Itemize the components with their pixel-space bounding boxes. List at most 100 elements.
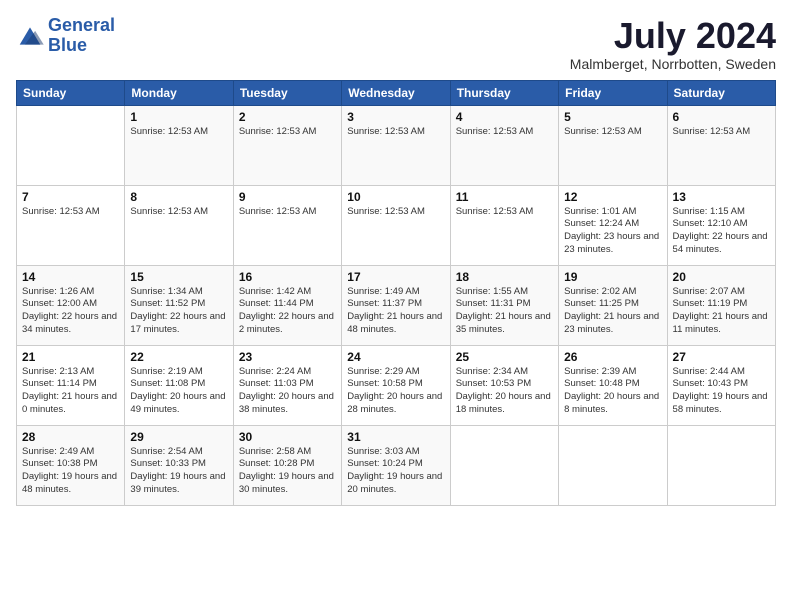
day-number: 10 [347, 190, 444, 204]
calendar-cell: 5 Sunrise: 12:53 AM [559, 105, 667, 185]
day-number: 6 [673, 110, 770, 124]
day-number: 11 [456, 190, 553, 204]
calendar-cell [559, 425, 667, 505]
page-header: General Blue July 2024 Malmberget, Norrb… [16, 16, 776, 72]
day-info: Sunrise: 1:42 AM Sunset: 11:44 PM Daylig… [239, 286, 336, 337]
calendar-cell [17, 105, 125, 185]
day-number: 4 [456, 110, 553, 124]
day-number: 7 [22, 190, 119, 204]
calendar-cell: 17Sunrise: 1:49 AM Sunset: 11:37 PM Dayl… [342, 265, 450, 345]
col-header-sunday: Sunday [17, 80, 125, 105]
day-info: Sunrise: 2:02 AM Sunset: 11:25 PM Daylig… [564, 286, 661, 337]
calendar-cell: 6 Sunrise: 12:53 AM [667, 105, 775, 185]
calendar-cell: 3 Sunrise: 12:53 AM [342, 105, 450, 185]
day-number: 13 [673, 190, 770, 204]
calendar-week-row: 14 Sunrise: 1:26 AM Sunset: 12:00 AM Dayl… [17, 265, 776, 345]
calendar-cell: 15 Sunrise: 1:34 AM Sunset: 11:52 PM Dayl… [125, 265, 233, 345]
day-number: 5 [564, 110, 661, 124]
day-number: 27 [673, 350, 770, 364]
calendar-cell: 11 Sunrise: 12:53 AM [450, 185, 558, 265]
calendar-cell [450, 425, 558, 505]
day-number: 21 [22, 350, 119, 364]
day-number: 26 [564, 350, 661, 364]
day-info: Sunrise: 2:34 AM Sunset: 10:53 PM Daylig… [456, 366, 553, 417]
calendar-week-row: 21 Sunrise: 2:13 AM Sunset: 11:14 PM Dayl… [17, 345, 776, 425]
day-info: Sunrise: 3:03 AM Sunset: 10:24 PM Daylig… [347, 446, 444, 497]
calendar-cell: 22 Sunrise: 2:19 AM Sunset: 11:08 PM Dayl… [125, 345, 233, 425]
calendar-cell: 20Sunrise: 2:07 AM Sunset: 11:19 PM Dayl… [667, 265, 775, 345]
day-number: 23 [239, 350, 336, 364]
calendar-cell: 25 Sunrise: 2:34 AM Sunset: 10:53 PM Dayl… [450, 345, 558, 425]
calendar-cell: 28Sunrise: 2:49 AM Sunset: 10:38 PM Dayl… [17, 425, 125, 505]
day-number: 31 [347, 430, 444, 444]
col-header-monday: Monday [125, 80, 233, 105]
title-block: July 2024 Malmberget, Norrbotten, Sweden [570, 16, 776, 72]
calendar-cell: 1 Sunrise: 12:53 AM [125, 105, 233, 185]
calendar-header-row: SundayMondayTuesdayWednesdayThursdayFrid… [17, 80, 776, 105]
day-number: 28 [22, 430, 119, 444]
day-info: Sunrise: 1:49 AM Sunset: 11:37 PM Daylig… [347, 286, 444, 337]
calendar-cell: 12Sunrise: 1:01 AM Sunset: 12:24 AM Dayl… [559, 185, 667, 265]
day-number: 1 [130, 110, 227, 124]
day-info: Sunrise: 2:07 AM Sunset: 11:19 PM Daylig… [673, 286, 770, 337]
day-info: Sunrise: 12:53 AM [456, 206, 553, 219]
calendar-week-row: 7Sunrise: 12:53 AM8Sunrise: 12:53 AM9Sun… [17, 185, 776, 265]
day-info: Sunrise: 12:53 AM [22, 206, 119, 219]
day-info: Sunrise: 2:44 AM Sunset: 10:43 PM Daylig… [673, 366, 770, 417]
col-header-tuesday: Tuesday [233, 80, 341, 105]
day-number: 25 [456, 350, 553, 364]
col-header-friday: Friday [559, 80, 667, 105]
day-number: 2 [239, 110, 336, 124]
day-info: Sunrise: 12:53 AM [347, 126, 444, 139]
calendar-cell: 2 Sunrise: 12:53 AM [233, 105, 341, 185]
calendar-cell: 31 Sunrise: 3:03 AM Sunset: 10:24 PM Dayl… [342, 425, 450, 505]
day-info: Sunrise: 1:34 AM Sunset: 11:52 PM Daylig… [130, 286, 227, 337]
day-number: 16 [239, 270, 336, 284]
calendar-table: SundayMondayTuesdayWednesdayThursdayFrid… [16, 80, 776, 506]
day-info: Sunrise: 12:53 AM [130, 126, 227, 139]
day-info: Sunrise: 2:58 AM Sunset: 10:28 PM Daylig… [239, 446, 336, 497]
logo: General Blue [16, 16, 115, 56]
day-info: Sunrise: 2:39 AM Sunset: 10:48 PM Daylig… [564, 366, 661, 417]
day-number: 18 [456, 270, 553, 284]
day-number: 14 [22, 270, 119, 284]
col-header-saturday: Saturday [667, 80, 775, 105]
day-number: 15 [130, 270, 227, 284]
day-number: 9 [239, 190, 336, 204]
calendar-week-row: 1 Sunrise: 12:53 AM 2 Sunrise: 12:53 AM 3 Sun… [17, 105, 776, 185]
calendar-cell: 7 Sunrise: 12:53 AM [17, 185, 125, 265]
day-info: Sunrise: 1:15 AM Sunset: 12:10 AM Daylig… [673, 206, 770, 257]
day-info: Sunrise: 12:53 AM [239, 126, 336, 139]
calendar-cell: 4Sunrise: 12:53 AM [450, 105, 558, 185]
day-info: Sunrise: 1:26 AM Sunset: 12:00 AM Daylig… [22, 286, 119, 337]
day-info: Sunrise: 12:53 AM [564, 126, 661, 139]
calendar-cell: 29Sunrise: 2:54 AM Sunset: 10:33 PM Dayl… [125, 425, 233, 505]
day-number: 29 [130, 430, 227, 444]
day-number: 19 [564, 270, 661, 284]
calendar-cell: 30 Sunrise: 2:58 AM Sunset: 10:28 PM Dayl… [233, 425, 341, 505]
day-number: 30 [239, 430, 336, 444]
day-info: Sunrise: 2:19 AM Sunset: 11:08 PM Daylig… [130, 366, 227, 417]
day-info: Sunrise: 1:01 AM Sunset: 12:24 AM Daylig… [564, 206, 661, 257]
calendar-week-row: 28Sunrise: 2:49 AM Sunset: 10:38 PM Dayl… [17, 425, 776, 505]
calendar-cell: 27 Sunrise: 2:44 AM Sunset: 10:43 PM Dayl… [667, 345, 775, 425]
calendar-cell [667, 425, 775, 505]
calendar-cell: 26 Sunrise: 2:39 AM Sunset: 10:48 PM Dayl… [559, 345, 667, 425]
day-number: 8 [130, 190, 227, 204]
col-header-wednesday: Wednesday [342, 80, 450, 105]
day-info: Sunrise: 12:53 AM [673, 126, 770, 139]
logo-text: General Blue [48, 16, 115, 56]
calendar-cell: 24Sunrise: 2:29 AM Sunset: 10:58 PM Dayl… [342, 345, 450, 425]
month-title: July 2024 [570, 16, 776, 56]
day-info: Sunrise: 1:55 AM Sunset: 11:31 PM Daylig… [456, 286, 553, 337]
day-number: 3 [347, 110, 444, 124]
day-number: 24 [347, 350, 444, 364]
day-info: Sunrise: 2:13 AM Sunset: 11:14 PM Daylig… [22, 366, 119, 417]
calendar-cell: 10Sunrise: 12:53 AM [342, 185, 450, 265]
calendar-cell: 9Sunrise: 12:53 AM [233, 185, 341, 265]
col-header-thursday: Thursday [450, 80, 558, 105]
day-info: Sunrise: 12:53 AM [130, 206, 227, 219]
location-subtitle: Malmberget, Norrbotten, Sweden [570, 56, 776, 72]
day-number: 22 [130, 350, 227, 364]
logo-icon [16, 24, 44, 48]
